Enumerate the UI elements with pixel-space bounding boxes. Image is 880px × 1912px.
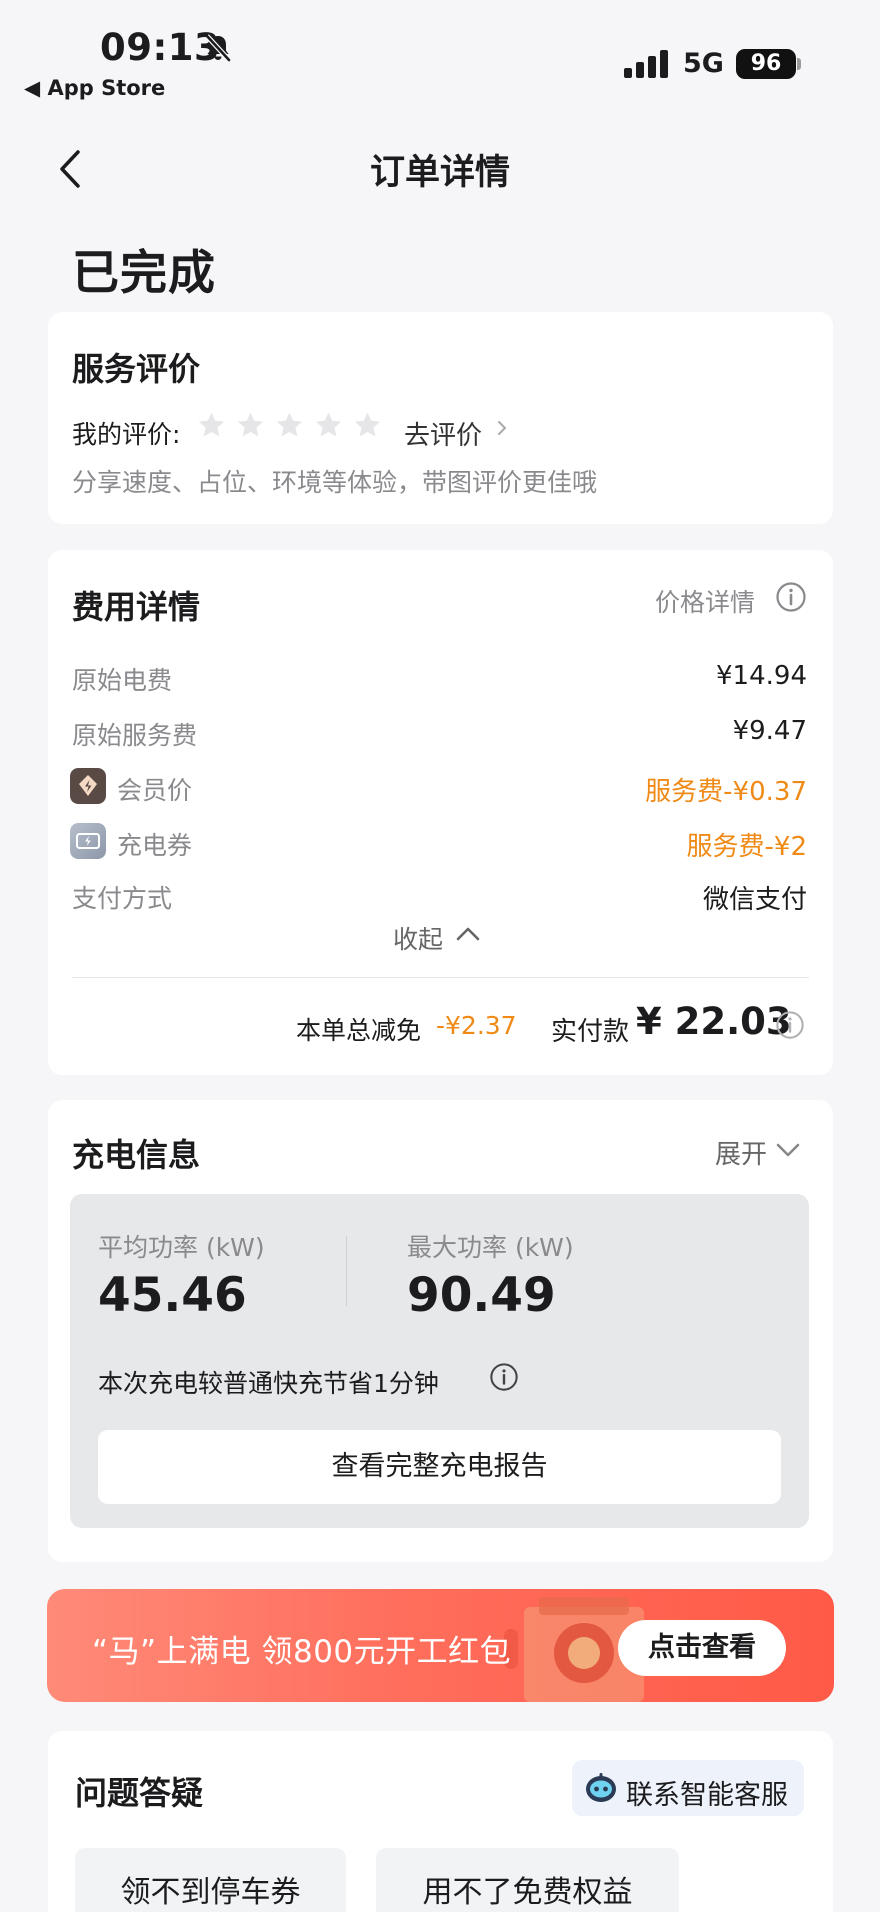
fee-row-value: ¥14.94 [716, 661, 807, 691]
paid-label: 实付款 [551, 1017, 630, 1047]
fee-section-title: 费用详情 [72, 588, 201, 626]
info-icon[interactable] [489, 1362, 519, 1392]
fee-row-label: 充电券 [117, 831, 193, 860]
fee-row-value: 服务费-¥2 [686, 832, 807, 862]
max-power-label: 最大功率 (kW) [407, 1233, 574, 1262]
fee-card [48, 550, 833, 1075]
robot-assistant-icon [586, 1773, 616, 1802]
star-rating[interactable] [196, 410, 383, 441]
bell-muted-icon [205, 34, 231, 62]
battery-tip [797, 58, 801, 70]
avg-power-label: 平均功率 (kW) [98, 1233, 265, 1262]
fee-row-label: 会员价 [117, 776, 193, 805]
total-discount-value: -¥2.37 [436, 1011, 517, 1040]
go-review-link[interactable]: 去评价 [404, 415, 482, 452]
network-type: 5G [683, 48, 724, 79]
fee-row-value: ¥9.47 [732, 716, 807, 746]
star-icon[interactable] [235, 410, 266, 441]
fee-row-label: 原始服务费 [72, 721, 198, 750]
smart-customer-service-label: 联系智能客服 [626, 1780, 788, 1811]
info-icon[interactable] [775, 581, 807, 613]
promo-view-button[interactable]: 点击查看 [618, 1620, 786, 1676]
avg-power-value: 45.46 [98, 1268, 247, 1323]
paid-amount: ¥ 22.03 [636, 1000, 792, 1043]
divider [72, 977, 809, 978]
cellular-signal-icon [624, 50, 668, 78]
faq-chip[interactable]: 用不了免费权益 [376, 1848, 679, 1912]
member-badge-icon [70, 768, 106, 804]
price-detail-link[interactable]: 价格详情 [655, 583, 755, 619]
charging-section-title: 充电信息 [72, 1136, 201, 1174]
view-charging-report-button[interactable]: 查看完整充电报告 [98, 1430, 781, 1504]
info-icon[interactable] [775, 1010, 805, 1040]
star-icon[interactable] [313, 410, 344, 441]
chevron-down-icon [776, 1143, 800, 1157]
order-status: 已完成 [72, 246, 216, 301]
collapse-button[interactable]: 收起 [393, 920, 443, 956]
time-saving-text: 本次充电较普通快充节省1分钟 [98, 1369, 439, 1398]
back-to-app-store[interactable]: ◀ App Store [24, 76, 165, 100]
chevron-up-icon [456, 927, 480, 941]
coupon-badge-icon [70, 823, 106, 859]
star-icon[interactable] [352, 410, 383, 441]
stat-separator [346, 1236, 347, 1306]
total-discount-label: 本单总减免 [296, 1016, 422, 1045]
faq-section-title: 问题答疑 [75, 1774, 204, 1812]
star-icon[interactable] [196, 410, 227, 441]
fee-row-label: 原始电费 [72, 666, 173, 695]
page-title: 订单详情 [369, 153, 510, 193]
fee-row-value: 服务费-¥0.37 [645, 777, 807, 807]
expand-button[interactable]: 展开 [715, 1134, 767, 1171]
my-review-label: 我的评价: [72, 420, 181, 449]
max-power-value: 90.49 [407, 1268, 556, 1323]
fee-row-label: 支付方式 [72, 884, 173, 913]
chevron-right-icon [498, 421, 507, 435]
promo-banner-text: “马”上满电 领800元开工红包 [92, 1634, 512, 1670]
review-section-title: 服务评价 [72, 350, 201, 388]
faq-chip[interactable]: 领不到停车券 [75, 1848, 346, 1912]
star-icon[interactable] [274, 410, 305, 441]
review-hint: 分享速度、占位、环境等体验，带图评价更佳哦 [72, 468, 598, 497]
battery-level: 96 [736, 49, 796, 79]
fee-row-value: 微信支付 [702, 885, 807, 915]
